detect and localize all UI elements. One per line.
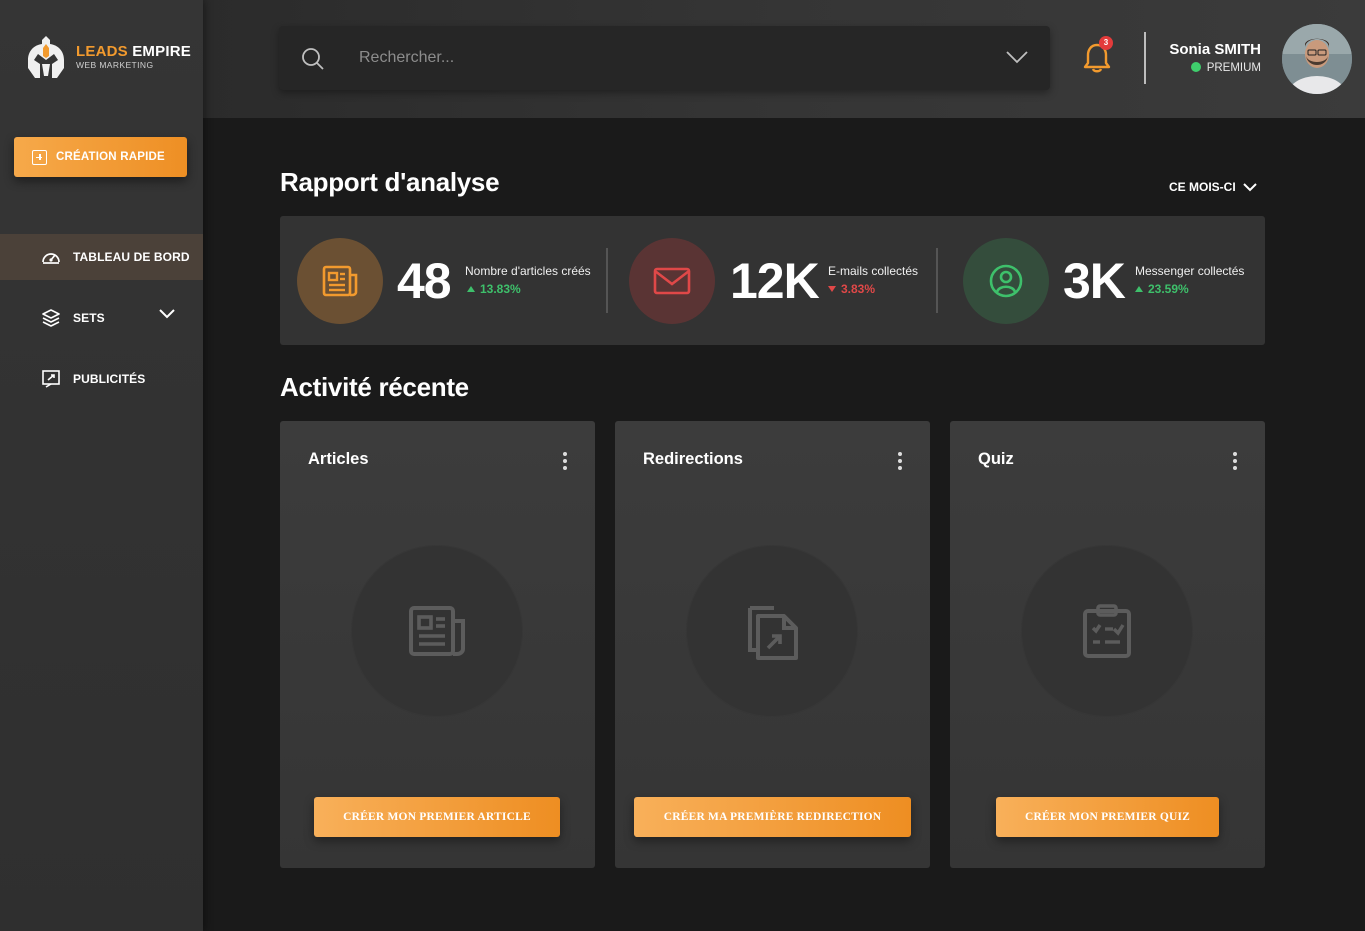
notifications-button[interactable]: 3 <box>1082 36 1113 74</box>
stat-icon-circle <box>963 238 1049 324</box>
stat-articles: 48 Nombre d'articles créés 13.83% <box>280 216 607 345</box>
user-photo <box>1282 24 1352 94</box>
card-title: Quiz <box>978 450 1014 468</box>
sidebar: LEADS EMPIRE WEB MARKETING CRÉATION RAPI… <box>0 0 203 931</box>
stat-delta: 23.59% <box>1135 282 1189 296</box>
newspaper-icon <box>322 265 358 297</box>
mail-icon <box>653 267 691 295</box>
clipboard-check-icon <box>1083 604 1131 658</box>
card-title: Articles <box>308 450 369 468</box>
file-redirect-icon <box>748 606 798 660</box>
header-divider <box>1144 32 1146 84</box>
ads-icon <box>40 368 62 390</box>
stat-messenger: 3K Messenger collectés 23.59% <box>938 216 1265 345</box>
speedometer-icon <box>40 246 62 268</box>
status-dot <box>1190 62 1201 72</box>
stat-label: Messenger collectés <box>1135 264 1245 278</box>
create-redirection-button[interactable]: CRÉER MA PREMIÈRE REDIRECTION <box>634 797 911 837</box>
search-icon <box>302 48 324 70</box>
layers-icon <box>40 307 62 329</box>
sidebar-item-dashboard[interactable]: TABLEAU DE BORD <box>0 234 203 280</box>
sidebar-item-ads[interactable]: PUBLICITÉS <box>0 356 203 402</box>
stat-value: 48 <box>397 253 452 309</box>
page-title: Rapport d'analyse <box>280 167 500 197</box>
brand-name: EMPIRE <box>132 43 191 60</box>
spartan-helmet-icon <box>28 36 64 78</box>
more-options-icon[interactable] <box>1233 452 1239 472</box>
sidebar-item-sets[interactable]: SETS <box>0 295 203 341</box>
stat-delta: 13.83% <box>467 282 521 296</box>
stat-label: E-mails collectés <box>828 264 919 278</box>
brand-logo[interactable]: LEADS EMPIRE WEB MARKETING <box>24 34 191 80</box>
chevron-down-icon <box>1242 182 1257 191</box>
user-name[interactable]: Sonia SMITH <box>1150 41 1261 58</box>
user-plan: PREMIUM <box>1150 62 1261 74</box>
plan-label: PREMIUM <box>1206 62 1261 74</box>
stat-value: 12K <box>730 253 820 309</box>
empty-state-placeholder <box>686 545 858 717</box>
trend-down-icon <box>828 286 836 292</box>
trend-up-icon <box>1135 286 1143 292</box>
stat-delta: 3.83% <box>828 282 875 296</box>
section-title-activity: Activité récente <box>280 372 469 402</box>
period-dropdown[interactable]: CE MOIS-CI <box>1169 180 1257 194</box>
activity-card-articles: Articles CRÉER MON PREMIER ARTICLE <box>280 421 595 868</box>
stats-panel: 48 Nombre d'articles créés 13.83% 12K E-… <box>280 216 1265 345</box>
create-article-button[interactable]: CRÉER MON PREMIER ARTICLE <box>314 797 560 837</box>
search-bar[interactable] <box>279 26 1050 90</box>
plus-square-icon <box>32 149 47 165</box>
empty-state-placeholder <box>351 545 523 717</box>
more-options-icon[interactable] <box>898 452 904 472</box>
activity-card-quiz: Quiz CRÉER MON PREMIER QUIZ <box>950 421 1265 868</box>
more-options-icon[interactable] <box>563 452 569 472</box>
period-label: CE MOIS-CI <box>1169 180 1236 194</box>
brand-name-highlight: LEADS <box>76 43 128 60</box>
activity-card-redirections: Redirections CRÉER MA PREMIÈRE REDIRECTI… <box>615 421 930 868</box>
quick-create-label: CRÉATION RAPIDE <box>56 151 165 163</box>
stat-label: Nombre d'articles créés <box>465 264 591 278</box>
chevron-down-icon[interactable] <box>1006 50 1028 64</box>
card-title: Redirections <box>643 450 743 468</box>
trend-up-icon <box>467 286 475 292</box>
avatar[interactable] <box>1282 24 1352 94</box>
search-input[interactable] <box>359 44 959 72</box>
chevron-down-icon[interactable] <box>159 309 175 319</box>
stat-value: 3K <box>1063 253 1126 309</box>
stat-emails: 12K E-mails collectés 3.83% <box>608 216 936 345</box>
empty-state-placeholder <box>1021 545 1193 717</box>
create-quiz-button[interactable]: CRÉER MON PREMIER QUIZ <box>996 797 1219 837</box>
sidebar-item-label: TABLEAU DE BORD <box>73 250 190 264</box>
stat-icon-circle <box>297 238 383 324</box>
stat-icon-circle <box>629 238 715 324</box>
notification-badge: 3 <box>1099 36 1113 50</box>
user-circle-icon <box>989 264 1023 298</box>
quick-create-button[interactable]: CRÉATION RAPIDE <box>14 137 187 177</box>
sidebar-item-label: PUBLICITÉS <box>73 372 146 386</box>
brand-subtitle: WEB MARKETING <box>76 60 154 70</box>
sidebar-item-label: SETS <box>73 311 105 325</box>
newspaper-icon <box>409 606 465 656</box>
